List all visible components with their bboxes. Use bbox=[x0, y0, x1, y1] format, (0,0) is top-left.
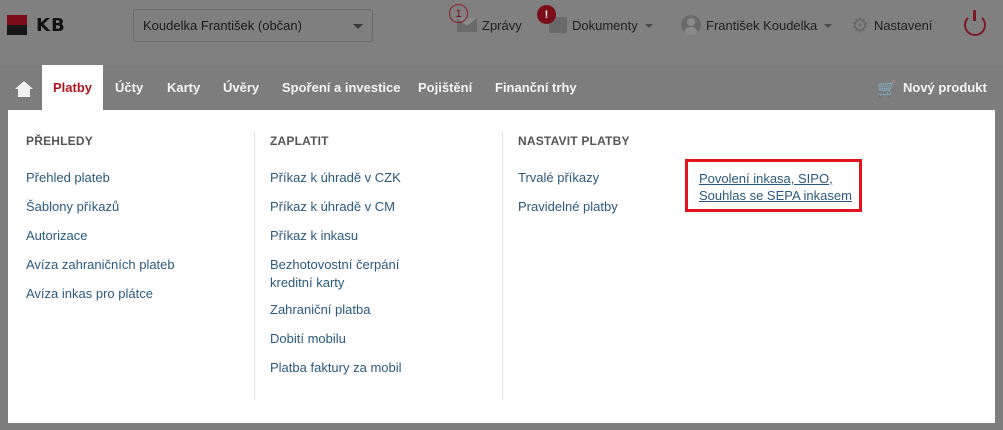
tab-platby[interactable]: Platby bbox=[42, 65, 103, 110]
section-heading-prehledy: PŘEHLEDY bbox=[26, 134, 93, 148]
documents-link[interactable]: Dokumenty bbox=[549, 14, 653, 36]
profile-select-value: Koudelka František (občan) bbox=[143, 18, 302, 33]
highlight-box: Povolení inkasa, SIPO, Souhlas se SEPA i… bbox=[685, 159, 862, 212]
tab-sporeni-a-investice[interactable]: Spoření a investice bbox=[282, 65, 401, 110]
user-icon bbox=[681, 15, 701, 35]
chevron-down-icon bbox=[353, 24, 363, 29]
tab-ucty[interactable]: Účty bbox=[115, 65, 143, 110]
chevron-down-icon bbox=[644, 24, 653, 28]
messages-label: Zprávy bbox=[482, 17, 522, 33]
top-bar: KB Koudelka František (občan) Zprávy 1 D… bbox=[0, 0, 1003, 65]
menu-link-sablony-prikazu[interactable]: Šablony příkazů bbox=[26, 198, 119, 216]
home-icon[interactable] bbox=[15, 81, 33, 97]
tab-pojisteni[interactable]: Pojištění bbox=[418, 65, 472, 110]
messages-count-badge: 1 bbox=[449, 4, 468, 23]
menu-link-dobiti-mobilu[interactable]: Dobití mobilu bbox=[270, 330, 346, 348]
menu-link-povoleni-inkasa-sipo[interactable]: Povolení inkasa, SIPO, Souhlas se SEPA i… bbox=[699, 170, 852, 204]
gear-icon: ⚙ bbox=[851, 13, 869, 37]
documents-alert-badge: ! bbox=[537, 5, 556, 24]
kb-logo[interactable]: KB bbox=[7, 10, 79, 40]
chevron-down-icon bbox=[824, 24, 833, 28]
tab-karty[interactable]: Karty bbox=[167, 65, 200, 110]
menu-link-trvale-prikazy[interactable]: Trvalé příkazy bbox=[518, 169, 599, 187]
section-heading-zaplatit: ZAPLATIT bbox=[270, 134, 329, 148]
menu-link-aviza-zahranicnich-plateb[interactable]: Avíza zahraničních plateb bbox=[26, 256, 175, 274]
cart-icon: 🛒 bbox=[877, 79, 897, 98]
settings-label: Nastavení bbox=[873, 17, 933, 33]
power-icon bbox=[964, 10, 986, 36]
column-divider bbox=[502, 132, 503, 400]
platby-mega-menu: PŘEHLEDY Přehled plateb Šablony příkazů … bbox=[8, 110, 995, 423]
menu-link-autorizace[interactable]: Autorizace bbox=[26, 227, 87, 245]
menu-link-zahranicni-platba[interactable]: Zahraniční platba bbox=[270, 301, 370, 319]
tab-financni-trhy[interactable]: Finanční trhy bbox=[495, 65, 577, 110]
settings-link[interactable]: ⚙ Nastavení bbox=[851, 14, 932, 36]
user-menu[interactable]: František Koudelka bbox=[681, 14, 833, 36]
column-divider bbox=[254, 132, 255, 400]
menu-link-pravidelne-platby[interactable]: Pravidelné platby bbox=[518, 198, 618, 216]
section-heading-nastavit-platby: NASTAVIT PLATBY bbox=[518, 134, 630, 148]
new-product-link[interactable]: Nový produkt bbox=[903, 65, 987, 110]
menu-link-prikaz-k-uhrade-czk[interactable]: Příkaz k úhradě v CZK bbox=[270, 169, 401, 187]
menu-link-bezhotovostni-cerpani[interactable]: Bezhotovostní čerpání kreditní karty bbox=[270, 256, 470, 292]
main-nav: Platby Účty Karty Úvěry Spoření a invest… bbox=[0, 65, 1003, 110]
menu-link-aviza-inkas-pro-platce[interactable]: Avíza inkas pro plátce bbox=[26, 285, 153, 303]
kb-logo-text: KB bbox=[36, 14, 66, 36]
tab-uvery[interactable]: Úvěry bbox=[223, 65, 259, 110]
user-name: František Koudelka bbox=[706, 17, 818, 33]
documents-label: Dokumenty bbox=[572, 17, 638, 33]
menu-link-prehled-plateb[interactable]: Přehled plateb bbox=[26, 169, 110, 187]
menu-link-platba-faktury-za-mobil[interactable]: Platba faktury za mobil bbox=[270, 359, 402, 377]
menu-link-prikaz-k-inkasu[interactable]: Příkaz k inkasu bbox=[270, 227, 358, 245]
profile-select[interactable]: Koudelka František (občan) bbox=[133, 9, 373, 42]
menu-link-prikaz-k-uhrade-cm[interactable]: Příkaz k úhradě v CM bbox=[270, 198, 395, 216]
kb-logo-mark bbox=[7, 15, 27, 35]
logout-button[interactable] bbox=[964, 10, 986, 36]
